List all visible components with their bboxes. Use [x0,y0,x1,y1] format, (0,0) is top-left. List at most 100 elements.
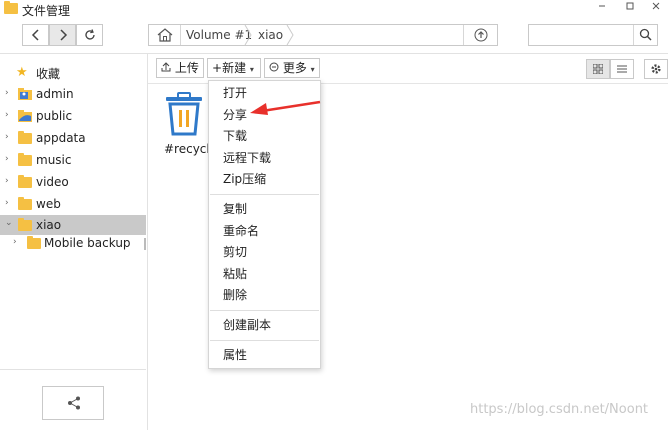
chevron-right-icon: › [5,88,9,98]
sidebar-item-mobile-backup[interactable]: › Mobile backup [0,233,146,253]
sidebar: ★ 收藏 › admin › public › appdata › music … [0,53,148,430]
forward-button[interactable] [49,24,76,46]
shared-folder-icon [18,110,33,122]
sidebar-scrollbar[interactable] [144,238,146,250]
sidebar-item-admin[interactable]: › admin [0,84,146,104]
recycle-bin-icon [166,92,202,136]
refresh-icon [84,29,95,40]
menu-item-create-copy[interactable]: 创建副本 [209,315,320,336]
close-button[interactable] [646,1,666,15]
folder-icon [18,175,32,188]
breadcrumb-separator-icon [286,25,294,45]
home-icon [157,28,172,42]
menu-item-paste[interactable]: 粘贴 [209,264,320,285]
chevron-right-icon: › [5,154,9,164]
sidebar-item-label: music [36,153,72,167]
sidebar-item-favorites[interactable]: ★ 收藏 [0,62,146,82]
menu-item-rename[interactable]: 重命名 [209,221,320,242]
minimize-button[interactable] [592,1,612,15]
title-bar: 文件管理 [0,0,668,20]
new-button[interactable]: +新建 ▾ [207,58,261,78]
sidebar-item-public[interactable]: › public [0,106,146,126]
folder-icon [18,197,32,210]
upload-button[interactable]: 上传 [156,58,204,78]
settings-button[interactable] [644,59,668,79]
menu-item-remote-download[interactable]: 远程下载 [209,148,320,169]
search-box [528,24,658,46]
menu-item-zip[interactable]: Zip压缩 [209,169,320,190]
sidebar-item-appdata[interactable]: › appdata [0,128,146,148]
menu-item-delete[interactable]: 删除 [209,285,320,306]
folder-icon [18,218,32,231]
sidebar-item-label: web [36,197,61,211]
plus-icon: + [212,61,223,75]
search-button[interactable] [633,25,657,45]
close-icon [652,2,660,10]
chevron-right-icon: › [5,198,9,208]
folder-icon [4,1,18,14]
user-folder-icon [18,88,33,100]
back-button[interactable] [22,24,49,46]
chevron-right-icon: › [5,110,9,120]
grid-view-button[interactable] [586,59,610,79]
search-input[interactable] [531,26,631,44]
home-button[interactable] [149,25,181,45]
sidebar-item-label: admin [36,87,74,101]
minimize-icon [599,5,605,7]
menu-divider [210,340,319,341]
sidebar-item-label: 收藏 [36,67,61,81]
caret-down-icon: ▾ [249,65,254,74]
path-bar: Volume #1 xiao [148,24,498,46]
more-label: 更多 [282,61,307,75]
back-icon [31,29,39,41]
breadcrumb-xiao[interactable]: xiao [258,28,283,42]
sidebar-item-label: Mobile backup [44,236,131,250]
star-icon: ★ [16,65,28,80]
sidebar-item-label: video [36,175,69,189]
sidebar-item-web[interactable]: › web [0,194,146,214]
arrow-up-circle-icon [474,28,488,42]
new-label: 新建 [222,61,247,75]
context-menu: 打开 分享 下载 远程下载 Zip压缩 复制 重命名 剪切 粘贴 删除 创建副本… [208,80,321,369]
folder-icon [27,236,41,249]
caret-down-icon: ▾ [310,65,315,74]
menu-divider [210,194,319,195]
menu-item-copy[interactable]: 复制 [209,199,320,220]
sidebar-item-label: appdata [36,131,86,145]
folder-icon [18,131,32,144]
more-button[interactable]: 更多 ▾ [264,58,320,78]
sidebar-item-video[interactable]: › video [0,172,146,192]
breadcrumb-separator-icon [244,25,252,45]
share-icon [68,396,80,410]
watermark: https://blog.csdn.net/Noont [470,402,649,417]
sidebar-item-xiao[interactable]: ⌄ xiao [0,215,146,235]
upload-icon [161,62,171,72]
menu-divider [210,310,319,311]
chevron-right-icon: › [5,176,9,186]
list-view-button[interactable] [610,59,634,79]
upload-label: 上传 [174,61,199,75]
gear-icon [651,64,661,74]
refresh-button[interactable] [76,24,103,46]
sidebar-item-label: public [36,109,73,123]
window-title: 文件管理 [22,4,71,18]
menu-item-properties[interactable]: 属性 [209,345,320,366]
maximize-icon [626,2,634,10]
chevron-down-icon: ⌄ [5,218,13,228]
share-button[interactable] [42,386,104,420]
forward-icon [59,29,67,41]
folder-icon [18,153,32,166]
go-up-button[interactable] [463,25,497,45]
menu-item-download[interactable]: 下载 [209,126,320,147]
chevron-right-icon: › [5,132,9,142]
search-icon [639,28,652,41]
menu-item-cut[interactable]: 剪切 [209,242,320,263]
list-icon [617,65,627,73]
sidebar-item-music[interactable]: › music [0,150,146,170]
maximize-button[interactable] [620,1,640,15]
chevron-right-icon: › [13,237,17,247]
divider [0,369,146,370]
grid-icon [592,63,604,75]
more-circle-icon [269,62,279,72]
sidebar-item-label: xiao [36,218,62,232]
